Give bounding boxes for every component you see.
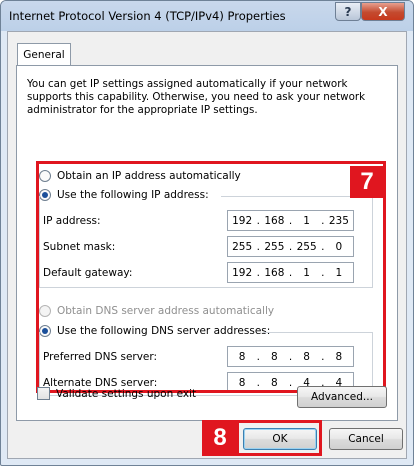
general-panel: You can get IP settings assigned automat… xyxy=(16,65,398,421)
cancel-button[interactable]: Cancel xyxy=(329,428,403,450)
validate-checkbox[interactable] xyxy=(37,387,50,400)
help-button[interactable]: ? xyxy=(335,2,361,21)
validate-label: Validate settings upon exit xyxy=(56,387,197,400)
annotation-badge-7: 7 xyxy=(350,166,384,198)
advanced-button[interactable]: Advanced... xyxy=(297,386,387,408)
annotation-highlight-box xyxy=(36,161,386,393)
close-button[interactable]: X xyxy=(361,2,405,21)
tab-general[interactable]: General xyxy=(17,43,71,66)
validate-option[interactable]: Validate settings upon exit xyxy=(37,387,196,400)
intro-text: You can get IP settings assigned automat… xyxy=(27,78,366,116)
dialog-title: Internet Protocol Version 4 (TCP/IPv4) P… xyxy=(9,9,286,23)
properties-dialog: Internet Protocol Version 4 (TCP/IPv4) P… xyxy=(0,0,414,466)
annotation-ok-highlight xyxy=(236,420,322,456)
title-bar[interactable]: Internet Protocol Version 4 (TCP/IPv4) P… xyxy=(1,1,413,31)
annotation-badge-8: 8 xyxy=(202,420,238,456)
